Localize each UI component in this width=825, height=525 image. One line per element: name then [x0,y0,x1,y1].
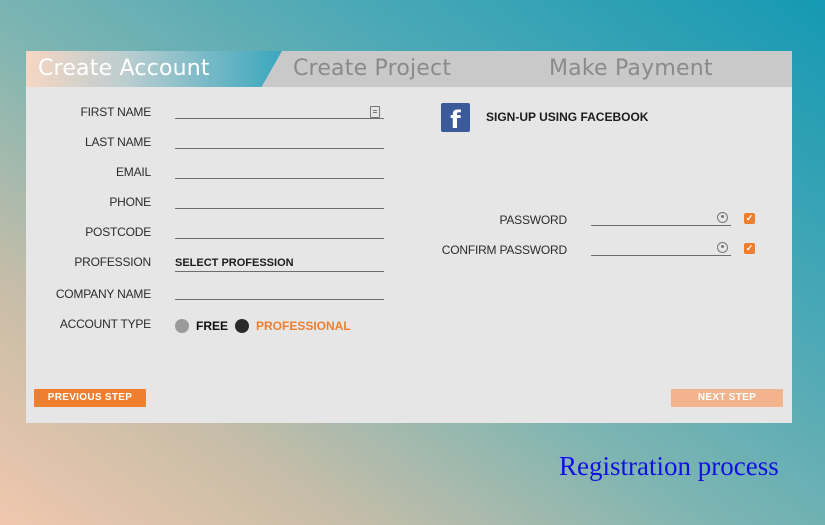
radio-professional[interactable] [235,319,249,333]
first-name-label: FIRST NAME [80,105,152,119]
tab-make-payment[interactable]: Make Payment [549,56,713,81]
password-field[interactable] [591,225,731,226]
previous-step-button[interactable]: PREVIOUS STEP [34,389,146,407]
facebook-signup-link[interactable]: SIGN-UP USING FACEBOOK [486,110,648,124]
confirm-password-valid-check: ✓ [744,243,755,254]
postcode-label: POSTCODE [85,225,151,239]
page-caption: Registration process [559,451,779,481]
radio-professional-label[interactable]: PROFESSIONAL [256,319,351,333]
step-tabs: Create Account Create Project Make Payme… [26,51,792,87]
calendar-icon[interactable] [370,106,380,118]
registration-panel: Create Account Create Project Make Payme… [26,51,792,423]
tab-create-account[interactable]: Create Account [38,56,210,81]
radio-free[interactable] [175,319,189,333]
radio-free-label[interactable]: FREE [196,319,228,333]
account-type-label: ACCOUNT TYPE [59,317,151,331]
email-field[interactable] [175,178,384,179]
last-name-field[interactable] [175,148,384,149]
password-valid-check: ✓ [744,213,755,224]
postcode-field[interactable] [175,238,384,239]
facebook-icon[interactable]: f [441,103,470,132]
email-label: EMAIL [115,165,151,179]
profession-select[interactable]: SELECT PROFESSION [175,257,294,269]
password-label: PASSWORD [499,213,567,227]
profession-label: PROFESSION [74,255,151,269]
phone-label: PHONE [109,195,151,209]
company-name-field[interactable] [175,299,384,300]
phone-field[interactable] [175,208,384,209]
first-name-field[interactable] [175,118,384,119]
confirm-password-label: CONFIRM PASSWORD [441,243,567,257]
tab-create-project[interactable]: Create Project [293,56,451,81]
last-name-label: LAST NAME [85,135,151,149]
confirm-password-field[interactable] [591,255,731,256]
profession-underline [175,271,384,272]
password-strength-icon [717,212,728,223]
company-name-label: COMPANY NAME [55,287,151,301]
confirm-password-strength-icon [717,242,728,253]
next-step-button[interactable]: NEXT STEP [671,389,783,407]
